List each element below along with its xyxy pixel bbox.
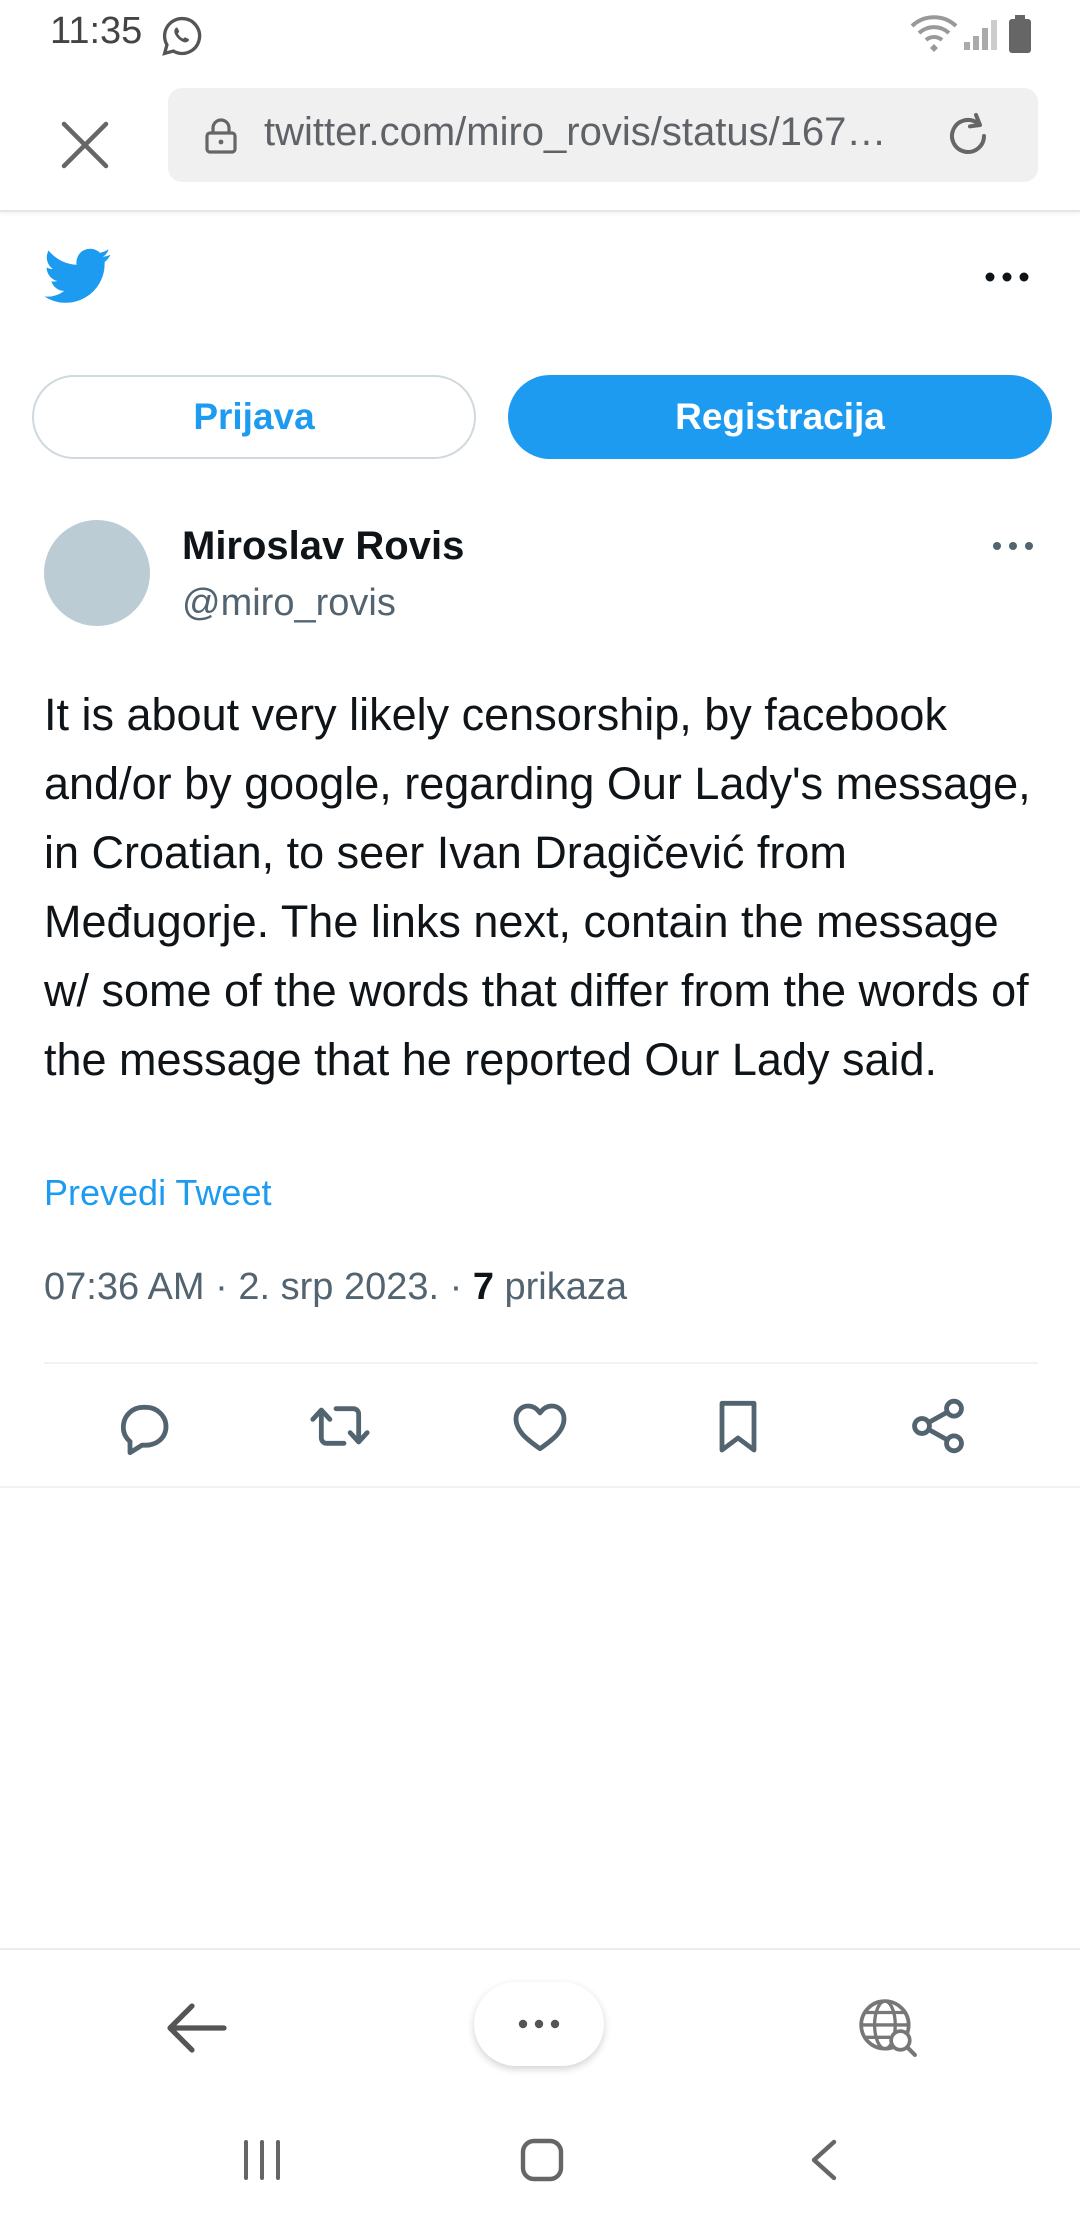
url-text: twitter.com/miro_rovis/status/1675356837… xyxy=(264,110,904,154)
browser-toolbar xyxy=(0,1948,1080,2100)
bookmark-icon[interactable] xyxy=(706,1394,770,1458)
reply-icon[interactable] xyxy=(110,1394,174,1458)
tweet-meta: 07:36 AM · 2. srp 2023. · 7 prikaza xyxy=(44,1266,628,1308)
divider xyxy=(44,1362,1038,1364)
author-name[interactable]: Miroslav Rovis xyxy=(182,524,464,569)
views-label: prikaza xyxy=(504,1266,628,1308)
tweet-date[interactable]: 2. srp 2023. xyxy=(238,1266,439,1308)
back-icon[interactable] xyxy=(806,2138,842,2182)
tweet-text: It is about very likely censorship, by f… xyxy=(44,689,1031,1085)
back-arrow-icon[interactable] xyxy=(164,2000,228,2056)
retweet-icon[interactable] xyxy=(308,1394,372,1458)
views-count: 7 xyxy=(472,1266,494,1308)
login-button[interactable]: Prijava xyxy=(32,375,476,459)
signup-button[interactable]: Registracija xyxy=(508,375,1052,459)
recent-apps-icon[interactable] xyxy=(240,2138,284,2182)
more-dots-icon xyxy=(518,2019,560,2029)
system-navigation-bar xyxy=(0,2098,1080,2220)
tweet-time[interactable]: 07:36 AM xyxy=(44,1266,205,1308)
browser-menu-button[interactable] xyxy=(474,1982,604,2066)
browser-address-bar: twitter.com/miro_rovis/status/1675356837… xyxy=(0,70,1080,212)
tweet-more-icon[interactable] xyxy=(990,534,1036,558)
translate-tweet-link[interactable]: Prevedi Tweet xyxy=(44,1172,271,1214)
avatar[interactable] xyxy=(44,520,150,626)
battery-icon xyxy=(1009,15,1031,53)
lock-icon xyxy=(205,118,237,154)
wifi-icon xyxy=(910,15,958,52)
twitter-logo-icon[interactable] xyxy=(44,248,112,304)
home-icon[interactable] xyxy=(518,2136,566,2184)
translate-globe-icon[interactable] xyxy=(856,1996,918,2058)
reload-icon[interactable] xyxy=(942,110,994,162)
like-icon[interactable] xyxy=(508,1394,572,1458)
more-options-icon[interactable] xyxy=(982,262,1032,292)
signal-icon xyxy=(964,20,997,50)
url-field[interactable]: twitter.com/miro_rovis/status/1675356837… xyxy=(168,88,1038,182)
status-time: 11:35 xyxy=(50,10,143,52)
close-icon[interactable] xyxy=(50,110,120,180)
share-icon[interactable] xyxy=(906,1394,970,1458)
author-handle[interactable]: @miro_rovis xyxy=(182,582,396,625)
status-bar: 11:35 xyxy=(0,0,1080,70)
divider xyxy=(0,1486,1080,1488)
whatsapp-icon xyxy=(162,16,202,56)
